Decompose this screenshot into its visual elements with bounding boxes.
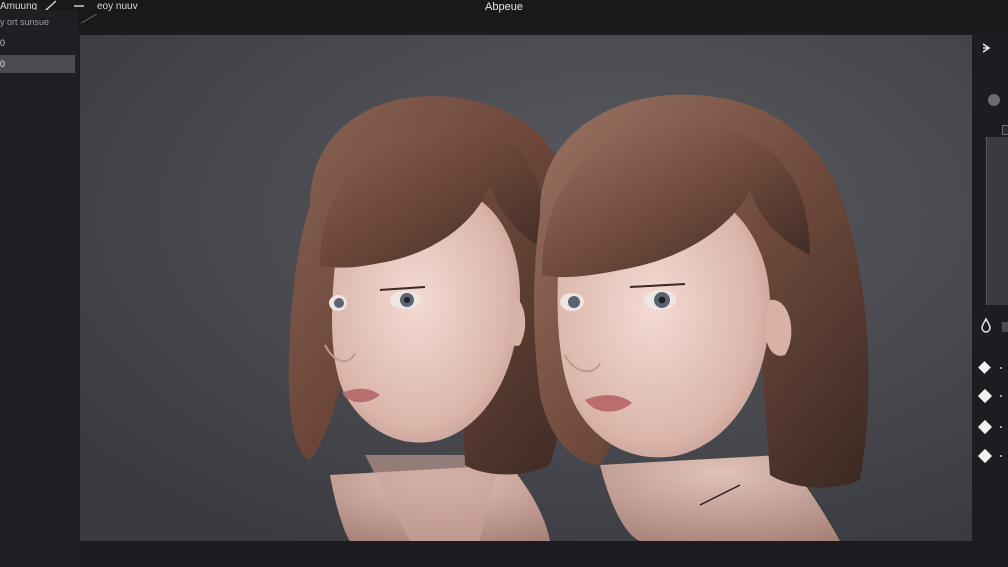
keyframe-row[interactable] [977, 388, 1008, 405]
portrait-image [80, 35, 972, 541]
layer-item-selected[interactable]: 0 [0, 55, 75, 73]
toolbar-divider [80, 13, 98, 24]
bottom-bar [80, 541, 972, 567]
panel-toggle[interactable] [1002, 125, 1008, 135]
keyframe-row[interactable] [977, 419, 1008, 436]
right-panel [974, 35, 1008, 567]
window-title: Abpeue [485, 1, 523, 13]
diamond-icon [978, 361, 991, 374]
preview-panel [986, 137, 1008, 305]
layer-item-label: 0 [0, 38, 6, 48]
layer-item-label: 0 [0, 59, 6, 69]
app-window: Amuung eoy nuuv Abpeue y ort sunsue 0 0 [0, 0, 1008, 567]
diamond-icon [977, 448, 993, 464]
dot-icon [1000, 455, 1002, 457]
panel-handle[interactable] [1002, 322, 1008, 332]
left-panel: y ort sunsue 0 0 [0, 10, 78, 567]
color-swatch[interactable] [988, 94, 1000, 106]
image-canvas[interactable] [80, 35, 972, 541]
top-bar: Amuung eoy nuuv Abpeue [0, 0, 1008, 30]
layer-item[interactable]: 0 [0, 34, 75, 52]
keyframe-row[interactable] [978, 361, 1008, 377]
diamond-icon [977, 388, 993, 404]
keyframe-row[interactable] [977, 448, 1008, 465]
dot-icon [1000, 367, 1002, 369]
dot-icon [1000, 395, 1002, 397]
left-panel-header: y ort sunsue [0, 17, 50, 27]
pin-icon[interactable] [976, 39, 996, 59]
drop-icon[interactable] [976, 315, 996, 335]
diamond-icon [977, 419, 993, 435]
dot-icon [1000, 426, 1002, 428]
